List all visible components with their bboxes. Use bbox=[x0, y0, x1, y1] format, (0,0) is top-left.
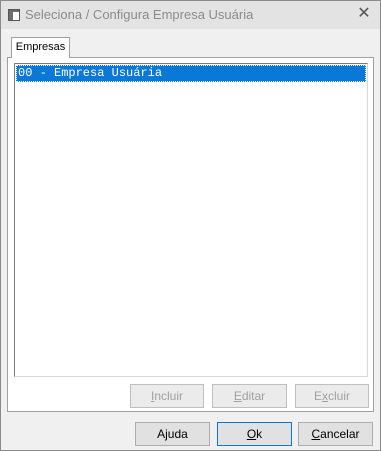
excluir-button[interactable]: Excluir bbox=[295, 384, 369, 408]
ajuda-button[interactable]: Ajuda bbox=[135, 422, 210, 446]
ok-button[interactable]: Ok bbox=[217, 422, 292, 446]
close-icon[interactable]: ✕ bbox=[354, 4, 374, 24]
list-item[interactable]: 00 - Empresa Usuária bbox=[16, 65, 366, 82]
tab-panel-empresas: 00 - Empresa Usuária Incluir Editar Excl… bbox=[7, 57, 374, 412]
window-title: Seleciona / Configura Empresa Usuária bbox=[25, 7, 254, 22]
editar-button[interactable]: Editar bbox=[212, 384, 287, 408]
tab-empresas[interactable]: Empresas bbox=[11, 37, 70, 58]
window-app-icon bbox=[8, 9, 20, 21]
dialog-window: Seleciona / Configura Empresa Usuária ✕ … bbox=[0, 0, 381, 451]
empresas-listbox[interactable]: 00 - Empresa Usuária bbox=[14, 63, 368, 377]
cancelar-button[interactable]: Cancelar bbox=[298, 422, 373, 446]
incluir-button[interactable]: Incluir bbox=[130, 384, 204, 408]
title-bar[interactable]: Seleciona / Configura Empresa Usuária ✕ bbox=[1, 1, 380, 29]
